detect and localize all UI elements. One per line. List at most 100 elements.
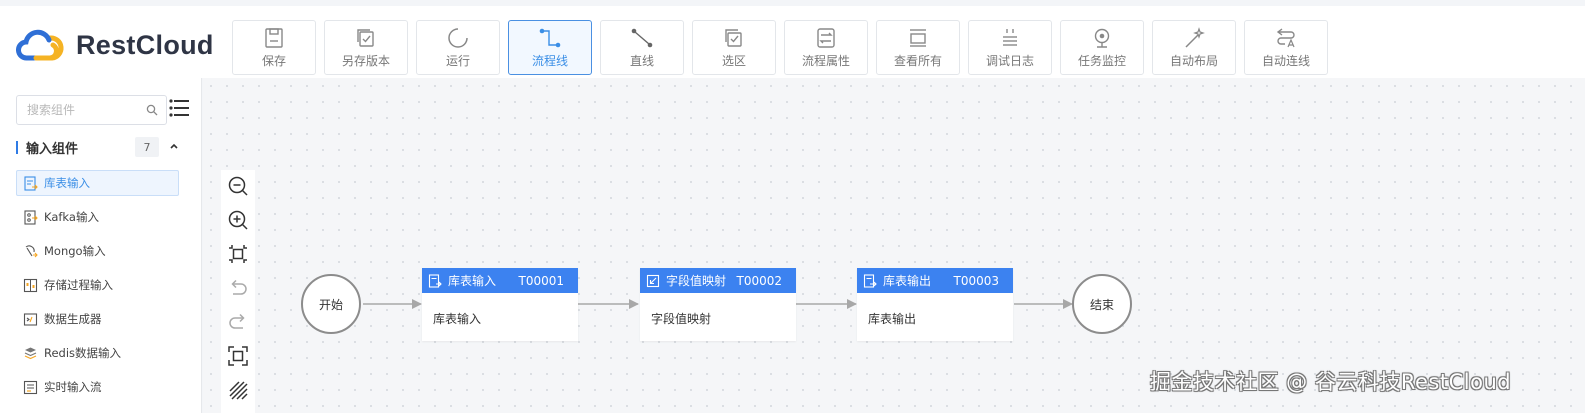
task-monitor-icon	[1094, 28, 1110, 48]
end-node[interactable]: 结束	[1072, 274, 1132, 334]
chevron-up-icon[interactable]	[168, 140, 180, 152]
top-bar: RestCloud 保存 另存版本 运行 流程线 直线 选区 流程属性 查看所有…	[0, 0, 1585, 78]
component-item-mongo-input[interactable]: Mongo输入	[16, 238, 179, 264]
flow-node-table-input[interactable]: 库表输入 T00001 库表输入	[422, 268, 578, 341]
kafka-input-icon	[24, 209, 38, 225]
view-all-label: 查看所有	[893, 53, 942, 68]
start-label: 开始	[318, 297, 343, 312]
component-label: 数据生成器	[44, 312, 102, 326]
auto-layout-label: 自动布局	[1169, 53, 1218, 68]
group-title: 输入组件	[26, 141, 79, 157]
task-monitor-label: 任务监控	[1077, 53, 1126, 68]
node-title: 字段值映射	[666, 274, 727, 288]
mongo-input-icon	[25, 244, 38, 257]
save-version-button[interactable]: 另存版本	[324, 20, 408, 75]
redis-icon	[24, 347, 37, 359]
component-sidebar: 输入组件 7 库表输入 Kafka输入 Mongo输入 存储过程输入 数据生成器…	[0, 78, 202, 413]
run-button[interactable]: 运行	[416, 20, 500, 75]
undo-icon	[231, 279, 247, 295]
node-id: T00002	[736, 273, 782, 288]
save-button[interactable]: 保存	[232, 20, 316, 75]
selection-button[interactable]: 选区	[692, 20, 776, 75]
component-label: 实时输入流	[44, 380, 102, 394]
component-item-kafka-input[interactable]: Kafka输入	[16, 204, 179, 230]
save-label: 保存	[261, 53, 286, 68]
end-label: 结束	[1089, 297, 1114, 312]
fit-view-icon	[229, 244, 247, 263]
straight-line-button[interactable]: 直线	[600, 20, 684, 75]
group-count-badge: 7	[135, 137, 159, 157]
hatch-grid-icon	[229, 381, 248, 400]
component-label: Kafka输入	[44, 210, 99, 224]
logo: RestCloud	[16, 28, 214, 62]
zoom-out-button[interactable]	[226, 174, 250, 197]
component-item-realtime-input-stream[interactable]: 实时输入流	[16, 374, 179, 400]
flow-properties-button[interactable]: 流程属性	[784, 20, 868, 75]
component-item-stored-procedure-input[interactable]: 存储过程输入	[16, 272, 179, 298]
component-item-table-input[interactable]: 库表输入	[16, 170, 179, 196]
stored-procedure-icon	[23, 278, 38, 292]
debug-log-button[interactable]: 调试日志	[968, 20, 1052, 75]
node-body: 库表输入	[433, 312, 482, 326]
search-icon[interactable]	[146, 104, 158, 116]
component-label: 库表输入	[44, 176, 90, 190]
group-accent-bar	[16, 140, 18, 154]
toolbar: 保存 另存版本 运行 流程线 直线 选区 流程属性 查看所有 调试日志 任务监控…	[232, 20, 1336, 75]
data-generator-icon	[23, 312, 38, 326]
node-header: 库表输入 T00001	[422, 268, 578, 293]
node-title: 库表输入	[448, 274, 497, 288]
redo-icon	[229, 314, 245, 329]
straight-line-label: 直线	[629, 53, 654, 68]
debug-log-icon	[1003, 28, 1017, 46]
start-node[interactable]: 开始	[301, 274, 361, 334]
node-body: 库表输出	[868, 312, 917, 326]
watermark: 掘金技术社区 @ 谷云科技RestCloud	[1150, 370, 1512, 394]
flow-node-table-output[interactable]: 库表输出 T00003 库表输出	[857, 268, 1013, 341]
component-search	[16, 95, 167, 125]
list-view-icon[interactable]	[169, 99, 189, 117]
redo-button[interactable]	[226, 311, 250, 334]
fullscreen-icon	[228, 346, 248, 367]
view-all-icon	[910, 28, 926, 47]
auto-connect-button[interactable]: 自动连线	[1244, 20, 1328, 75]
flow-properties-label: 流程属性	[801, 53, 850, 68]
zoom-in-icon	[228, 210, 248, 230]
save-version-label: 另存版本	[341, 53, 390, 68]
selection-icon	[725, 28, 742, 47]
search-input[interactable]	[27, 103, 137, 117]
node-header: 库表输出 T00003	[857, 268, 1013, 293]
grid-toggle-button[interactable]	[226, 379, 250, 402]
task-monitor-button[interactable]: 任务监控	[1060, 20, 1144, 75]
auto-layout-icon	[1185, 26, 1205, 48]
flow-line-label: 流程线	[531, 53, 568, 68]
auto-connect-label: 自动连线	[1261, 53, 1310, 68]
fullscreen-button[interactable]	[226, 345, 250, 368]
run-icon	[448, 27, 468, 48]
component-label: Mongo输入	[44, 244, 106, 258]
component-item-redis-input[interactable]: Redis数据输入	[16, 340, 179, 366]
auto-layout-button[interactable]: 自动布局	[1152, 20, 1236, 75]
fit-view-button[interactable]	[226, 242, 250, 265]
undo-button[interactable]	[226, 276, 250, 299]
input-components-group[interactable]: 输入组件 7	[16, 136, 186, 158]
zoom-in-button[interactable]	[226, 208, 250, 231]
zoom-out-icon	[228, 176, 248, 196]
node-id: T00001	[518, 273, 564, 288]
view-all-button[interactable]: 查看所有	[876, 20, 960, 75]
node-header: 字段值映射 T00002	[640, 268, 796, 293]
component-label: Redis数据输入	[44, 346, 122, 360]
component-list: 库表输入 Kafka输入 Mongo输入 存储过程输入 数据生成器 Redis数…	[16, 170, 179, 408]
flow-node-field-mapping[interactable]: 字段值映射 T00002 字段值映射	[640, 268, 796, 341]
debug-log-label: 调试日志	[985, 53, 1034, 68]
realtime-stream-icon	[23, 380, 38, 394]
table-output-icon	[863, 273, 877, 288]
flow-canvas[interactable]	[203, 78, 1585, 413]
component-item-data-generator[interactable]: 数据生成器	[16, 306, 179, 332]
node-body: 字段值映射	[651, 312, 712, 326]
flow-line-icon	[539, 28, 561, 47]
component-label: 存储过程输入	[44, 278, 113, 292]
selection-label: 选区	[721, 53, 746, 68]
field-mapping-icon	[646, 274, 660, 287]
flow-line-button[interactable]: 流程线	[508, 20, 592, 75]
node-title: 库表输出	[883, 274, 932, 288]
